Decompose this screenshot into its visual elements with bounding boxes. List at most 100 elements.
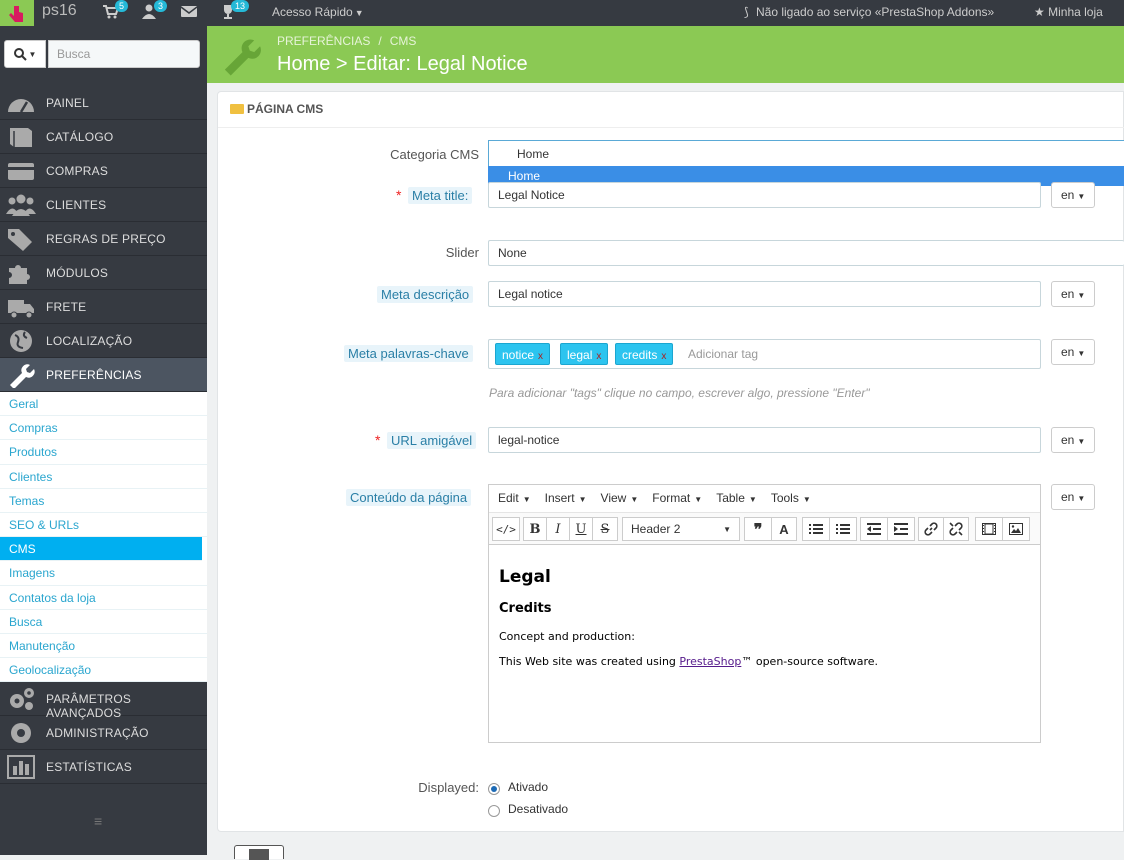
menu-item-catalogo[interactable]: CATÁLOGO xyxy=(0,120,207,154)
submenu-item[interactable]: Compras xyxy=(0,416,207,441)
save-button[interactable] xyxy=(234,845,284,860)
language-dropdown[interactable]: en ▼ xyxy=(1051,484,1095,510)
categoria-select[interactable]: Home xyxy=(488,140,1124,167)
editor-content[interactable]: Legal Credits Concept and production: Th… xyxy=(489,545,1040,680)
submenu-item[interactable]: Busca xyxy=(0,610,207,634)
caret-down-icon: ▼ xyxy=(578,495,587,504)
editor-menu-table[interactable]: Table ▼ xyxy=(716,491,757,506)
language-dropdown[interactable]: en ▼ xyxy=(1051,339,1095,365)
submenu-item[interactable]: Contatos da loja xyxy=(0,586,207,610)
bold-icon[interactable]: B xyxy=(523,517,547,541)
link-icon[interactable] xyxy=(918,517,944,541)
shop-name[interactable]: ps16 xyxy=(42,2,77,20)
editor-menu-insert[interactable]: Insert ▼ xyxy=(545,491,587,506)
submenu-item[interactable]: Imagens xyxy=(0,561,207,586)
submenu-item[interactable]: Geral xyxy=(0,392,207,417)
submenu-item[interactable]: Geolocalização xyxy=(0,658,207,683)
tag-chip: legal x xyxy=(560,343,609,365)
my-store-link[interactable]: ★ Minha loja xyxy=(1034,5,1103,19)
tag-remove-button[interactable]: x xyxy=(596,351,601,362)
cart-icon[interactable]: 5 xyxy=(102,0,129,20)
user-icon[interactable]: 3 xyxy=(142,0,168,20)
editor-menu-view[interactable]: View ▼ xyxy=(601,491,639,506)
submenu-item[interactable]: SEO & URLs xyxy=(0,513,207,538)
menu-item-preferencias[interactable]: PREFERÊNCIAS xyxy=(0,358,207,392)
caret-down-icon: ▼ xyxy=(1077,494,1086,503)
language-dropdown[interactable]: en ▼ xyxy=(1051,182,1095,208)
breadcrumb-item[interactable]: PREFERÊNCIAS xyxy=(277,34,370,48)
editor-menu-format[interactable]: Format ▼ xyxy=(652,491,702,506)
italic-icon[interactable]: I xyxy=(546,517,570,541)
menu-item-painel[interactable]: PAINEL xyxy=(0,86,207,120)
tag-input-placeholder[interactable]: Adicionar tag xyxy=(688,347,758,361)
outdent-icon[interactable] xyxy=(860,517,888,541)
unlink-icon[interactable] xyxy=(943,517,969,541)
submenu-item[interactable]: Clientes xyxy=(0,465,207,489)
tag-remove-button[interactable]: x xyxy=(661,351,666,362)
menu-item-compras[interactable]: COMPRAS xyxy=(0,154,207,188)
tag-remove-button[interactable]: x xyxy=(538,351,543,362)
submenu-item-active[interactable]: CMS xyxy=(0,537,202,562)
image-icon[interactable] xyxy=(1002,517,1030,541)
menu-label: Edit xyxy=(498,491,519,505)
search-input[interactable]: Busca xyxy=(48,40,200,68)
meta-title-input[interactable]: Legal Notice xyxy=(488,182,1041,208)
submenu-item[interactable]: Produtos xyxy=(0,440,207,465)
menu-item-modulos[interactable]: MÓDULOS xyxy=(0,256,207,290)
trophy-icon[interactable]: 13 xyxy=(221,0,250,20)
underline-icon[interactable]: U xyxy=(569,517,593,541)
menu-label: COMPRAS xyxy=(46,164,109,178)
quick-access-menu[interactable]: Acesso Rápido ▼ xyxy=(272,5,364,19)
radio-disabled-label[interactable]: Desativado xyxy=(508,802,568,816)
strikethrough-icon[interactable]: S xyxy=(592,517,618,541)
text-color-icon[interactable]: A xyxy=(771,517,797,541)
collapse-menu-icon[interactable]: ≡ xyxy=(94,813,102,829)
cart-badge: 5 xyxy=(115,0,129,12)
tags-input[interactable]: notice x legal x credits x Adicionar tag xyxy=(488,339,1041,369)
block-format-select[interactable]: Header 2 ▼ xyxy=(622,517,740,541)
envelope-icon[interactable] xyxy=(181,4,197,18)
slider-select[interactable]: None xyxy=(488,240,1124,266)
blockquote-icon[interactable]: ❞ xyxy=(744,517,772,541)
submenu-item[interactable]: Manutenção xyxy=(0,634,207,659)
video-icon[interactable] xyxy=(975,517,1003,541)
menu-label: PREFERÊNCIAS xyxy=(46,368,142,382)
meta-description-input[interactable]: Legal notice xyxy=(488,281,1041,307)
numbered-list-icon[interactable] xyxy=(829,517,857,541)
radio-enabled-label[interactable]: Ativado xyxy=(508,780,548,794)
url-input[interactable]: legal-notice xyxy=(488,427,1041,453)
menu-item-frete[interactable]: FRETE xyxy=(0,290,207,324)
language-dropdown[interactable]: en ▼ xyxy=(1051,281,1095,307)
source-code-icon[interactable]: </> xyxy=(492,517,520,541)
menu-item-localizacao[interactable]: LOCALIZAÇÃO xyxy=(0,324,207,358)
breadcrumb-item[interactable]: CMS xyxy=(390,34,417,48)
my-store-label: Minha loja xyxy=(1048,5,1103,19)
menu-item-administracao[interactable]: ADMINISTRAÇÃO xyxy=(0,716,207,751)
bullet-list-icon[interactable] xyxy=(802,517,830,541)
editor-menu-tools[interactable]: Tools ▼ xyxy=(771,491,811,506)
content-paragraph: Concept and production: xyxy=(499,630,635,643)
caret-down-icon: ▼ xyxy=(1077,349,1086,358)
categoria-label: Categoria CMS xyxy=(390,147,479,162)
menu-item-estatisticas[interactable]: ESTATÍSTICAS xyxy=(0,750,207,785)
editor-toolbar: </> B I U S Header 2 ▼ ❞ A xyxy=(489,513,1040,545)
radio-enabled[interactable] xyxy=(488,783,500,795)
prestashop-logo[interactable] xyxy=(0,0,34,26)
menu-item-regras-preco[interactable]: REGRAS DE PREÇO xyxy=(0,222,207,256)
menu-item-clientes[interactable]: CLIENTES xyxy=(0,188,207,222)
radio-disabled[interactable] xyxy=(488,805,500,817)
editor-menu-edit[interactable]: Edit ▼ xyxy=(498,491,531,506)
search-type-button[interactable]: ▼ xyxy=(4,40,46,68)
page-title: Home > Editar: Legal Notice xyxy=(277,53,528,75)
prestashop-link[interactable]: PrestaShop xyxy=(679,655,741,668)
menu-label: View xyxy=(600,491,627,505)
tag-chip: notice x xyxy=(495,343,551,365)
indent-icon[interactable] xyxy=(887,517,915,541)
truck-icon xyxy=(6,294,36,320)
tag-label: notice xyxy=(502,348,535,362)
menu-item-parametros-avancados[interactable]: PARÂMETROS AVANÇADOS xyxy=(0,682,207,720)
addons-status-link[interactable]: ⟆ Não ligado ao serviço «PrestaShop Addon… xyxy=(744,5,994,19)
wrench-icon xyxy=(219,33,263,77)
submenu-item[interactable]: Temas xyxy=(0,489,207,513)
language-dropdown[interactable]: en ▼ xyxy=(1051,427,1095,453)
